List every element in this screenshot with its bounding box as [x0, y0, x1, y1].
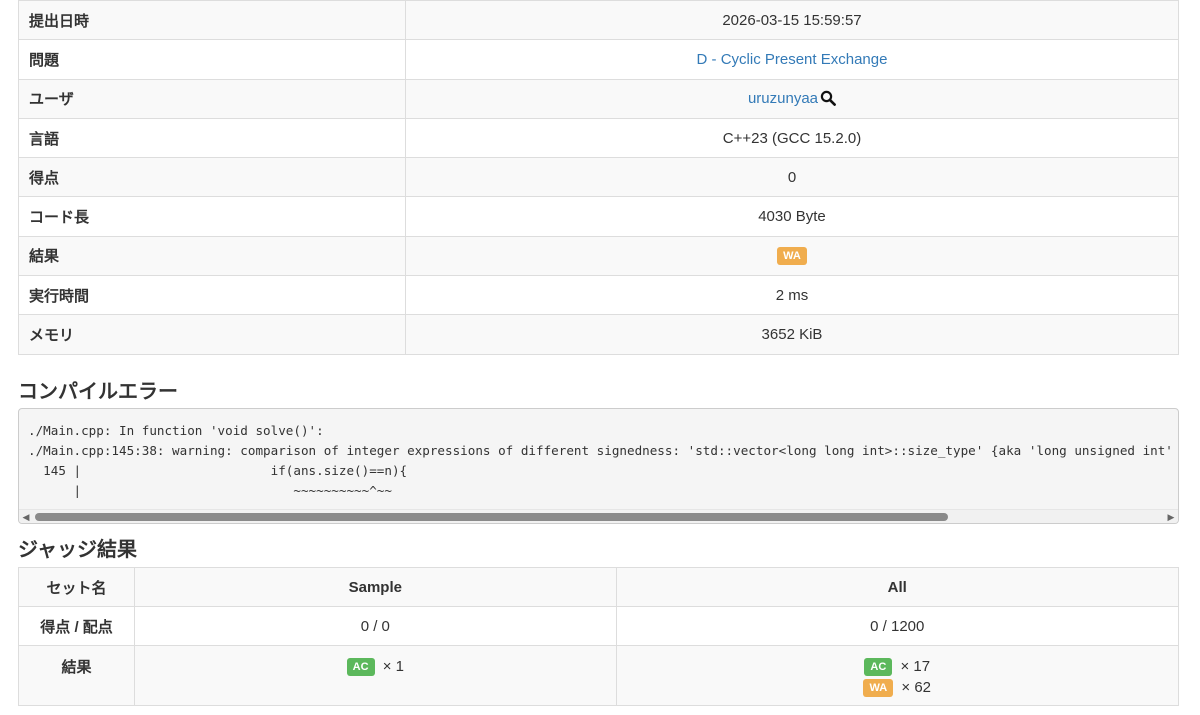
scrollbar-thumb[interactable] [35, 513, 948, 521]
row-result: 結果 WA [18, 235, 1179, 277]
label-problem: 問題 [18, 39, 406, 80]
compile-error-box: ./Main.cpp: In function 'void solve()': … [18, 408, 1179, 524]
submission-page: 提出日時 2026-03-15 15:59:57 問題 D - Cyclic P… [0, 0, 1200, 715]
status-count: × 1 [382, 658, 404, 675]
result-sample-line: AC × 1 [136, 656, 614, 677]
result-all: AC × 17 WA × 62 [615, 645, 1179, 706]
compile-error-title: コンパイルエラー [18, 381, 178, 403]
value-submit-time: 2026-03-15 15:59:57 [405, 0, 1179, 41]
value-problem: D - Cyclic Present Exchange [405, 39, 1179, 80]
compile-line-3: 145 | if(ans.size()==n){ [28, 463, 408, 478]
label-code-length: コード長 [18, 196, 406, 237]
submission-info-table: 提出日時 2026-03-15 15:59:57 問題 D - Cyclic P… [18, 0, 1179, 355]
header-set-name: セット名 [17, 567, 136, 607]
value-memory: 3652 KiB [405, 314, 1179, 355]
compile-line-4: | ~~~~~~~~~~^~~ [28, 483, 392, 498]
score-sample: 0 / 0 [134, 606, 617, 646]
label-exec-time: 実行時間 [18, 275, 406, 316]
value-score: 0 [405, 157, 1179, 198]
result-status-badge: WA [777, 246, 807, 266]
row-memory: メモリ 3652 KiB [18, 314, 1179, 355]
value-user: uruzunyaa [405, 78, 1179, 119]
user-link[interactable]: uruzunyaa [748, 90, 818, 107]
header-sample: Sample [134, 567, 617, 607]
status-count: × 17 [900, 658, 931, 675]
compile-horizontal-scrollbar[interactable]: ◀ ▶ [19, 509, 1178, 523]
status-badge-ac: AC [864, 657, 893, 677]
user-wrap: uruzunyaa [748, 90, 836, 107]
row-submit-time: 提出日時 2026-03-15 15:59:57 [18, 0, 1179, 41]
score-all: 0 / 1200 [615, 606, 1179, 646]
label-result: 結果 [18, 235, 406, 277]
arrow-right-icon[interactable]: ▶ [1166, 512, 1176, 522]
judge-score-row: 得点 / 配点 0 / 0 0 / 1200 [17, 606, 1179, 646]
compile-line-2: ./Main.cpp:145:38: warning: comparison o… [28, 443, 1173, 458]
label-score: 得点 [18, 157, 406, 198]
row-code-length: コード長 4030 Byte [18, 196, 1179, 237]
label-language: 言語 [18, 117, 406, 159]
judge-result-title: ジャッジ結果 [18, 539, 137, 561]
label-user: ユーザ [18, 78, 406, 119]
value-language: C++23 (GCC 15.2.0) [405, 117, 1179, 159]
score-row-label: 得点 / 配点 [17, 606, 136, 646]
compile-error-text: ./Main.cpp: In function 'void solve()': … [19, 409, 1178, 501]
value-result: WA [405, 235, 1179, 277]
status-count: × 62 [901, 679, 932, 696]
user-search-link[interactable] [820, 90, 836, 107]
arrow-left-icon[interactable]: ◀ [21, 512, 31, 522]
judge-header-row: セット名 Sample All [17, 567, 1179, 607]
result-row-label: 結果 [17, 645, 136, 706]
label-submit-time: 提出日時 [18, 0, 406, 41]
judge-result-row: 結果 AC × 1 AC × 17 WA × 62 [17, 645, 1179, 706]
row-score: 得点 0 [18, 157, 1179, 198]
judge-result-table: セット名 Sample All 得点 / 配点 0 / 0 0 / 1200 結… [17, 567, 1179, 706]
status-badge-ac: AC [346, 657, 375, 677]
search-icon [820, 91, 836, 107]
value-code-length: 4030 Byte [405, 196, 1179, 237]
compile-line-1: ./Main.cpp: In function 'void solve()': [28, 423, 324, 438]
header-all: All [615, 567, 1179, 607]
label-memory: メモリ [18, 314, 406, 355]
row-exec-time: 実行時間 2 ms [18, 275, 1179, 316]
problem-link[interactable]: D - Cyclic Present Exchange [697, 51, 888, 68]
row-language: 言語 C++23 (GCC 15.2.0) [18, 117, 1179, 159]
result-all-line-wa: WA × 62 [618, 677, 1178, 698]
row-problem: 問題 D - Cyclic Present Exchange [18, 39, 1179, 80]
result-all-line-ac: AC × 17 [618, 656, 1178, 677]
row-user: ユーザ uruzunyaa [18, 78, 1179, 119]
status-badge-wa: WA [863, 678, 894, 698]
value-exec-time: 2 ms [405, 275, 1179, 316]
result-sample: AC × 1 [134, 645, 617, 706]
